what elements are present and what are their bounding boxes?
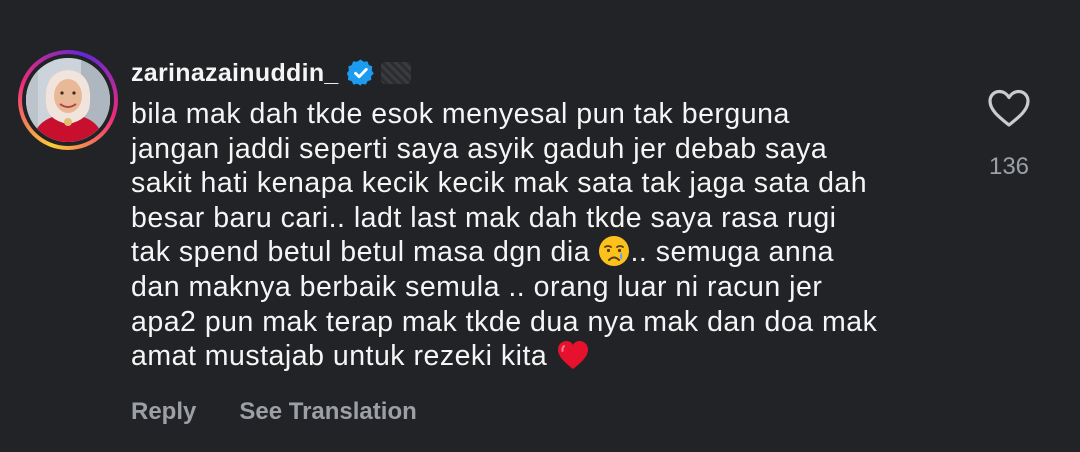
comment-line: besar baru cari.. ladt last mak dah tkde… (131, 201, 837, 234)
reply-button[interactable]: Reply (131, 398, 196, 426)
see-translation-button[interactable]: See Translation (239, 398, 416, 426)
comment-line: amat mustajab untuk rezeki kita (131, 339, 951, 374)
comment-line-part: .. semuga anna (630, 236, 834, 269)
comment-text: bila mak dah tkde esok menyesal pun tak … (131, 97, 951, 374)
comment-line: tak spend betul betul masa dgn dia .. se… (131, 235, 951, 270)
avatar-photo (26, 58, 110, 142)
comment-line: dan maknya berbaik semula .. orang luar … (131, 270, 823, 303)
comment-line-part: tak spend betul betul masa dgn dia (131, 236, 591, 269)
red-heart-icon (557, 341, 588, 370)
heart-outline-icon[interactable] (987, 88, 1031, 128)
avatar-story-ring[interactable] (18, 50, 118, 150)
redacted-emoji (380, 62, 411, 84)
avatar[interactable] (26, 58, 110, 142)
like-count: 136 (988, 153, 1030, 180)
comment-line: sakit hati kenapa kecik kecik mak sata t… (131, 167, 868, 200)
comment-line-part: amat mustajab untuk rezeki kita (131, 340, 548, 373)
username[interactable]: zarinazainuddin_ (131, 59, 339, 88)
comment-header: zarinazainuddin_ (131, 56, 411, 90)
comment-line: apa2 pun mak terap mak tkde dua nya mak … (131, 305, 878, 338)
comment: zarinazainuddin_ bila mak dah tkde esok … (0, 0, 1080, 452)
comment-line: jangan jaddi seperti saya asyik gaduh je… (131, 132, 828, 165)
verified-badge-icon (346, 59, 374, 86)
comment-actions: Reply See Translation (131, 398, 417, 426)
comment-line: bila mak dah tkde esok menyesal pun tak … (131, 98, 790, 130)
crying-face-icon (599, 236, 630, 267)
